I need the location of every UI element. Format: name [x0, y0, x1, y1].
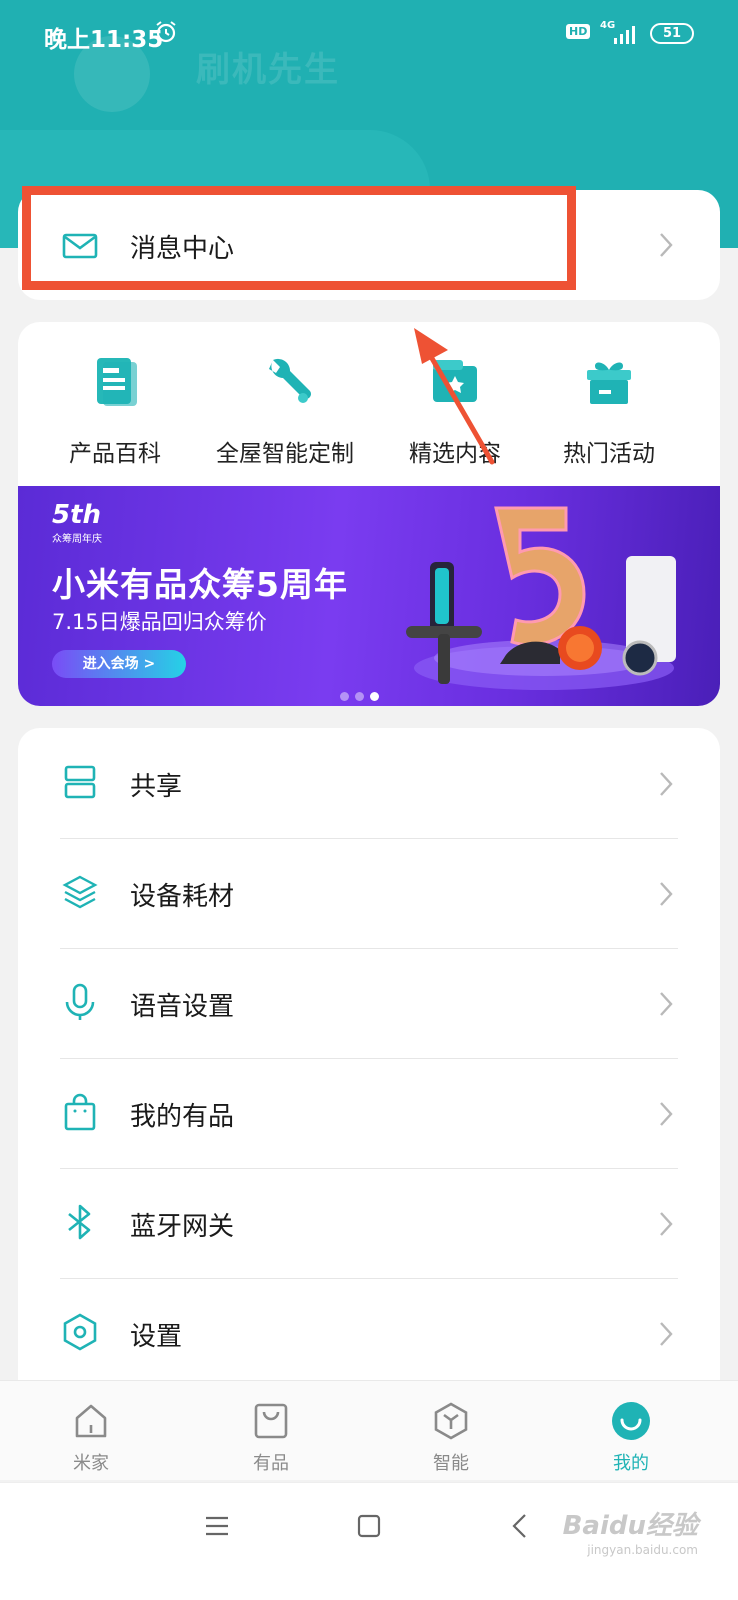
hd-badge: HD: [566, 24, 591, 39]
menu-item-share[interactable]: 共享: [18, 728, 720, 838]
smart-cube-icon: [434, 1402, 468, 1440]
chevron-right-icon: [660, 1212, 673, 1236]
alarm-icon: [156, 21, 176, 43]
watermark-logo: Baidu经验: [562, 1511, 698, 1541]
system-navigation-bar: Baidu经验 jingyan.baidu.com: [0, 1482, 738, 1600]
banner-logo: 5th: [52, 500, 102, 530]
annotation-highlight-box: [22, 186, 576, 290]
banner-enter-button[interactable]: 进入会场 >: [52, 650, 186, 678]
banner-logo-sub: 众筹周年庆: [52, 534, 102, 545]
banner-product-illustration: [406, 506, 676, 690]
quick-smart-home-custom[interactable]: 全屋智能定制: [200, 352, 370, 472]
signal-icon: [614, 26, 635, 44]
product-wiki-icon: [97, 358, 137, 406]
banner-pagination[interactable]: [340, 686, 385, 705]
share-icon: [64, 765, 96, 799]
menu-item-voice-settings[interactable]: 语音设置: [18, 948, 720, 1058]
banner-subtitle: 7.15日爆品回归众筹价: [52, 610, 267, 634]
annotation-arrow: [414, 328, 495, 465]
promo-banner[interactable]: 5th 众筹周年庆 小米有品众筹5周年 7.15日爆品回归众筹价 进入会场 >: [18, 486, 720, 706]
menu-item-consumables[interactable]: 设备耗材: [18, 838, 720, 948]
gift-icon: [587, 362, 631, 404]
banner-title: 小米有品众筹5周年: [52, 565, 348, 604]
microphone-icon: [65, 983, 95, 1020]
menu-icon[interactable]: [202, 1511, 232, 1541]
quick-hot-events[interactable]: 热门活动: [524, 352, 694, 472]
bag-icon: [254, 1403, 288, 1439]
bluetooth-icon: [68, 1204, 91, 1240]
home-icon: [75, 1404, 107, 1438]
back-icon[interactable]: [506, 1511, 536, 1541]
status-time: 晚上11:35: [44, 27, 164, 53]
tab-smart[interactable]: 智能: [406, 1401, 496, 1475]
quick-actions-card: 产品百科 全屋智能定制 精选内容 热门活动 5th 众筹周年庆 小米有品众筹5周…: [18, 322, 720, 706]
tab-mine[interactable]: 我的: [586, 1401, 676, 1475]
chevron-right-icon: [660, 1322, 673, 1346]
settings-icon: [63, 1313, 97, 1351]
watermark-url: jingyan.baidu.com: [587, 1543, 698, 1557]
shopping-bag-icon: [64, 1093, 96, 1131]
tab-youpin[interactable]: 有品: [226, 1401, 316, 1475]
chevron-right-icon: [660, 992, 673, 1016]
menu-item-bluetooth-gateway[interactable]: 蓝牙网关: [18, 1168, 720, 1278]
home-button-icon[interactable]: [354, 1511, 384, 1541]
chevron-right-icon: [660, 882, 673, 906]
chevron-right-icon: [660, 233, 673, 257]
chevron-right-icon: [660, 772, 673, 796]
quick-product-wiki[interactable]: 产品百科: [30, 352, 200, 472]
bottom-tab-bar: 米家 有品 智能 我的: [0, 1380, 738, 1480]
tab-mijia[interactable]: 米家: [46, 1401, 136, 1475]
settings-menu-card: 共享 设备耗材 语音设置 我的有品 蓝牙网关 设置: [18, 728, 720, 1398]
wrench-icon: [269, 358, 311, 403]
menu-item-settings[interactable]: 设置: [18, 1278, 720, 1388]
status-bar: 晚上11:35 HD 4G 51: [0, 0, 738, 68]
battery-indicator: 51: [650, 23, 694, 44]
menu-item-my-youpin[interactable]: 我的有品: [18, 1058, 720, 1168]
layers-icon: [62, 875, 98, 909]
profile-smile-icon: [612, 1402, 650, 1440]
chevron-right-icon: [660, 1102, 673, 1126]
